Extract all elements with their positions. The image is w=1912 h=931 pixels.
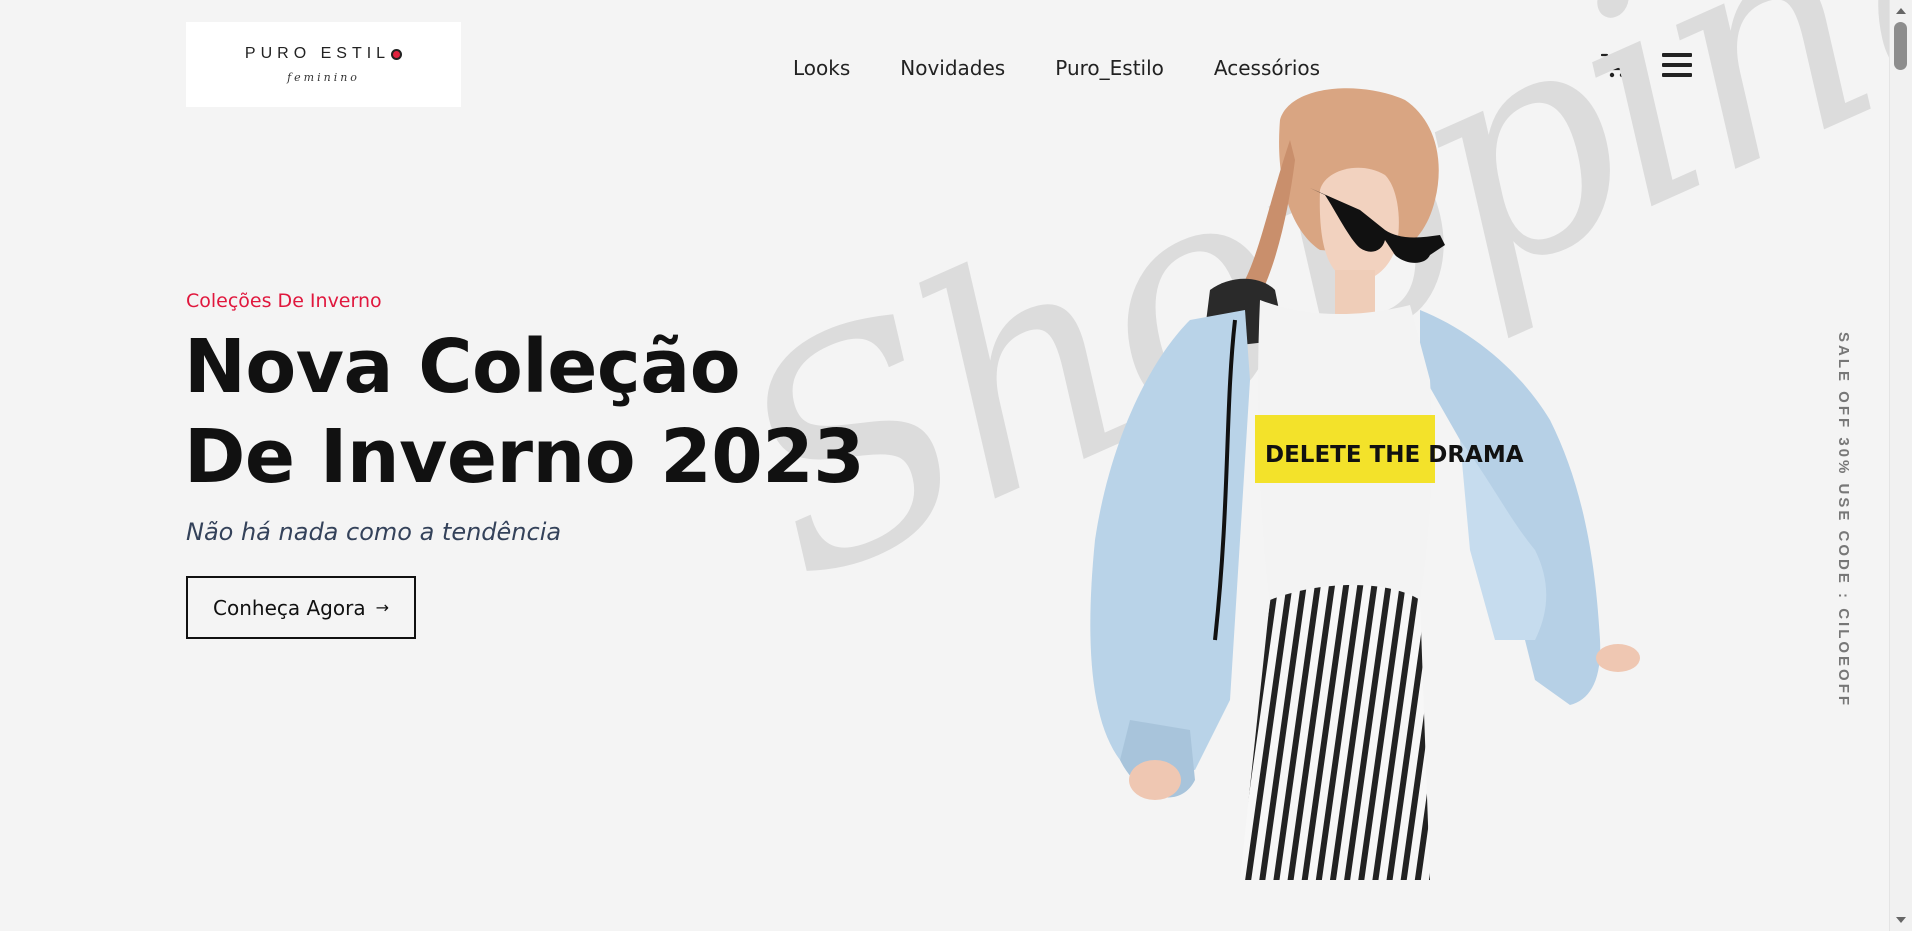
logo-dot-icon: [391, 48, 403, 60]
nav-item-novidades[interactable]: Novidades: [900, 56, 1005, 80]
promo-code-banner: SALE OFF 30% USE CODE : CILOEOFF: [1835, 332, 1852, 709]
headline-line-2: De Inverno 2023: [184, 414, 865, 500]
vertical-scrollbar[interactable]: [1889, 0, 1912, 931]
nav-item-looks[interactable]: Looks: [793, 56, 850, 80]
hero-tagline: Não há nada como a tendência: [186, 518, 562, 546]
hero-headline: Nova Coleção De Inverno 2023: [184, 322, 884, 502]
shop-now-button[interactable]: Conheça Agora →: [186, 576, 416, 639]
scroll-down-arrow-icon[interactable]: [1896, 917, 1906, 923]
hero-eyebrow: Coleções De Inverno: [186, 290, 382, 312]
logo-wordmark: PURO ESTIL: [244, 45, 403, 63]
main-nav: Looks Novidades Puro_Estilo Acessórios: [793, 56, 1320, 80]
shop-now-label: Conheça Agora: [213, 595, 366, 620]
logo-name: PURO ESTIL: [244, 45, 391, 62]
logo-subtitle: feminino: [287, 71, 360, 84]
site-logo[interactable]: PURO ESTIL feminino: [186, 22, 461, 107]
shirt-print-text: DELETE THE DRAMA: [1265, 442, 1524, 468]
scroll-up-arrow-icon[interactable]: [1896, 8, 1906, 14]
page: PURO ESTIL feminino Looks Novidades Puro…: [0, 0, 1912, 931]
arrow-right-icon: →: [375, 598, 389, 617]
headline-line-1: Nova Coleção: [184, 324, 741, 410]
scroll-thumb[interactable]: [1894, 22, 1907, 70]
nav-item-puro-estilo[interactable]: Puro_Estilo: [1055, 56, 1164, 80]
model-photo: DELETE THE DRAMA: [1090, 88, 1640, 880]
